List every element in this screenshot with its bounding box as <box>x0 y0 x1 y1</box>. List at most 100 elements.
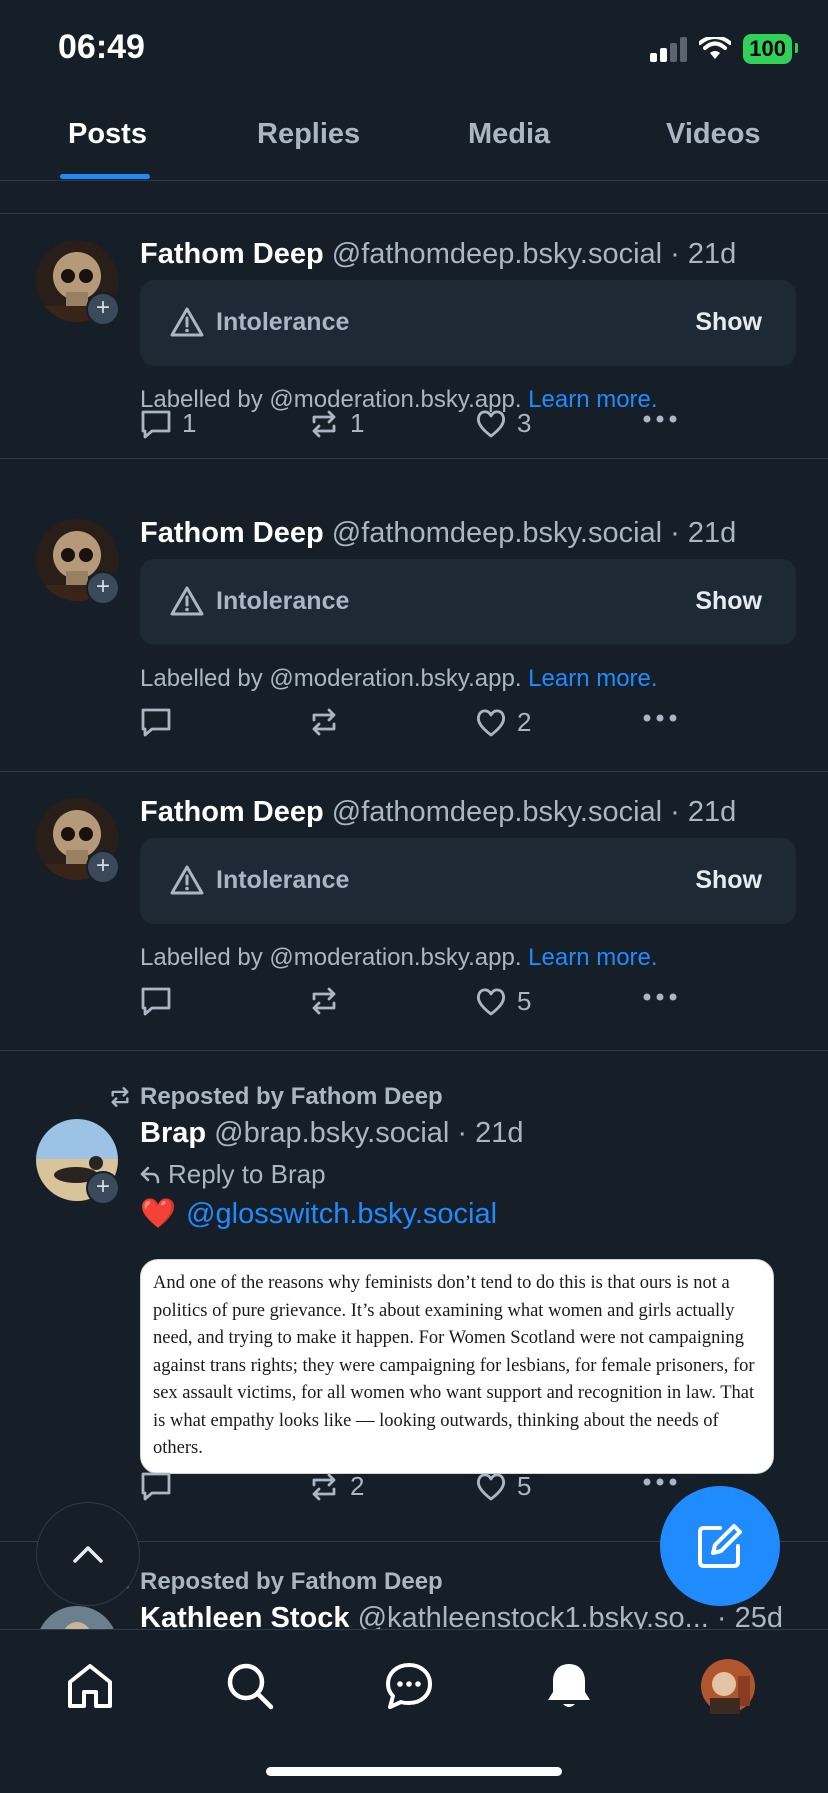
nav-profile[interactable] <box>700 1658 756 1714</box>
reply-icon <box>141 410 171 438</box>
author-handle[interactable]: @fathomdeep.bsky.social <box>332 517 662 549</box>
repost-count: 2 <box>350 1471 365 1501</box>
ellipsis-icon <box>643 993 677 1001</box>
scroll-to-top-button[interactable] <box>36 1502 140 1606</box>
content-warning[interactable]: Intolerance Show <box>140 280 796 366</box>
reposted-by[interactable]: Reposted by Fathom Deep <box>108 1083 443 1111</box>
tab-posts[interactable]: Posts <box>68 118 147 151</box>
post-body: ❤️ @glosswitch.bsky.social <box>140 1197 497 1231</box>
author-name[interactable]: Fathom Deep <box>140 238 324 270</box>
labelled-by-text: Labelled by @moderation.bsky.app. <box>140 665 522 692</box>
like-button[interactable]: 5 <box>475 1471 531 1502</box>
show-button[interactable]: Show <box>695 587 762 616</box>
reply-button[interactable]: 1 <box>140 408 196 439</box>
learn-more-link[interactable]: Learn more. <box>528 944 657 971</box>
feed-post[interactable]: + Fathom Deep @fathomdeep.bsky.social · … <box>0 214 828 459</box>
like-button[interactable]: 2 <box>475 707 531 738</box>
reposted-by-text: Reposted by Fathom Deep <box>140 1083 443 1110</box>
post-actions: 2 <box>140 707 700 747</box>
reply-button[interactable] <box>140 986 182 1016</box>
reply-arrow-icon <box>140 1166 160 1183</box>
follow-plus-icon[interactable]: + <box>86 292 120 326</box>
reply-icon <box>141 708 171 737</box>
reply-context[interactable]: Reply to Brap <box>140 1159 326 1190</box>
ellipsis-icon <box>643 1478 677 1486</box>
post-actions: 2 5 <box>140 1471 700 1511</box>
heart-icon <box>476 708 506 736</box>
repost-count: 1 <box>350 408 365 438</box>
reply-button[interactable] <box>140 1471 182 1501</box>
author-handle[interactable]: @fathomdeep.bsky.social <box>332 238 662 270</box>
feed-post[interactable]: + Fathom Deep @fathomdeep.bsky.social · … <box>0 772 828 1051</box>
battery-indicator: 100 <box>743 34 798 64</box>
more-options-button[interactable] <box>642 414 678 424</box>
post-time: · 21d <box>670 238 737 270</box>
feed[interactable]: + Fathom Deep @fathomdeep.bsky.social · … <box>0 181 828 1629</box>
author-name[interactable]: Kathleen Stock <box>140 1602 350 1629</box>
author-name[interactable]: Brap <box>140 1117 206 1149</box>
repost-button[interactable]: 2 <box>308 1471 364 1502</box>
home-icon <box>68 1664 112 1708</box>
reply-icon <box>141 987 171 1016</box>
compose-button[interactable] <box>660 1486 780 1606</box>
active-tab-indicator <box>60 174 150 179</box>
profile-avatar-image <box>36 1606 118 1629</box>
post-image[interactable]: And one of the reasons why feminists don… <box>140 1259 774 1474</box>
status-bar: 06:49 100 <box>0 0 828 100</box>
compose-icon <box>698 1524 742 1568</box>
content-warning[interactable]: Intolerance Show <box>140 838 796 924</box>
follow-plus-icon[interactable]: + <box>86 571 120 605</box>
nav-home[interactable] <box>62 1658 118 1714</box>
avatar[interactable] <box>36 1606 118 1629</box>
nav-search[interactable] <box>222 1658 278 1714</box>
learn-more-link[interactable]: Learn more. <box>528 665 657 692</box>
author-handle[interactable]: @kathleenstock1.bsky.so... <box>358 1602 709 1629</box>
post-header: Fathom Deep @fathomdeep.bsky.social · 21… <box>140 517 736 550</box>
author-handle[interactable]: @brap.bsky.social <box>214 1117 449 1149</box>
warning-icon <box>170 865 204 895</box>
feed-post[interactable]: + Fathom Deep @fathomdeep.bsky.social · … <box>0 493 828 772</box>
follow-plus-icon[interactable]: + <box>86 1171 120 1205</box>
content-warning[interactable]: Intolerance Show <box>140 559 796 645</box>
signal-icon <box>650 36 688 62</box>
more-options-button[interactable] <box>642 992 678 1002</box>
like-count: 5 <box>517 986 532 1016</box>
show-button[interactable]: Show <box>695 308 762 337</box>
follow-plus-icon[interactable]: + <box>86 850 120 884</box>
reply-button[interactable] <box>140 707 182 737</box>
mention-link[interactable]: @glosswitch.bsky.social <box>186 1198 497 1231</box>
author-name[interactable]: Fathom Deep <box>140 796 324 828</box>
heart-emoji: ❤️ <box>140 1198 177 1230</box>
post-time: · 25d <box>716 1602 784 1629</box>
like-button[interactable]: 5 <box>475 986 531 1017</box>
search-icon <box>227 1663 274 1710</box>
home-indicator <box>266 1767 562 1776</box>
chat-bubble-icon <box>386 1663 432 1709</box>
warning-icon <box>170 586 204 616</box>
heart-icon <box>476 987 506 1015</box>
repost-icon <box>312 1473 336 1500</box>
image-text: And one of the reasons why feminists don… <box>153 1273 755 1458</box>
more-options-button[interactable] <box>642 1477 678 1487</box>
author-name[interactable]: Fathom Deep <box>140 517 324 549</box>
repost-button[interactable] <box>308 707 350 737</box>
post-header: Fathom Deep @fathomdeep.bsky.social · 21… <box>140 796 736 829</box>
like-button[interactable]: 3 <box>475 408 531 439</box>
more-options-button[interactable] <box>642 713 678 723</box>
show-button[interactable]: Show <box>695 866 762 895</box>
post-header: Fathom Deep @fathomdeep.bsky.social · 21… <box>140 238 736 271</box>
tab-replies[interactable]: Replies <box>257 118 360 151</box>
tab-videos[interactable]: Videos <box>666 118 761 151</box>
repost-button[interactable] <box>308 986 350 1016</box>
author-handle[interactable]: @fathomdeep.bsky.social <box>332 796 662 828</box>
post-header: Kathleen Stock @kathleenstock1.bsky.so..… <box>140 1602 783 1629</box>
nav-notifications[interactable] <box>541 1658 597 1714</box>
like-count: 3 <box>517 408 532 438</box>
reposted-by[interactable]: Reposted by Fathom Deep <box>108 1568 443 1596</box>
nav-messages[interactable] <box>381 1658 437 1714</box>
post-time: · 21d <box>670 517 737 549</box>
repost-button[interactable]: 1 <box>308 408 364 439</box>
like-count: 2 <box>517 707 532 737</box>
tab-media[interactable]: Media <box>468 118 550 151</box>
feed-post[interactable]: Reposted by Fathom Deep + Brap @brap.bsk… <box>0 1051 828 1542</box>
